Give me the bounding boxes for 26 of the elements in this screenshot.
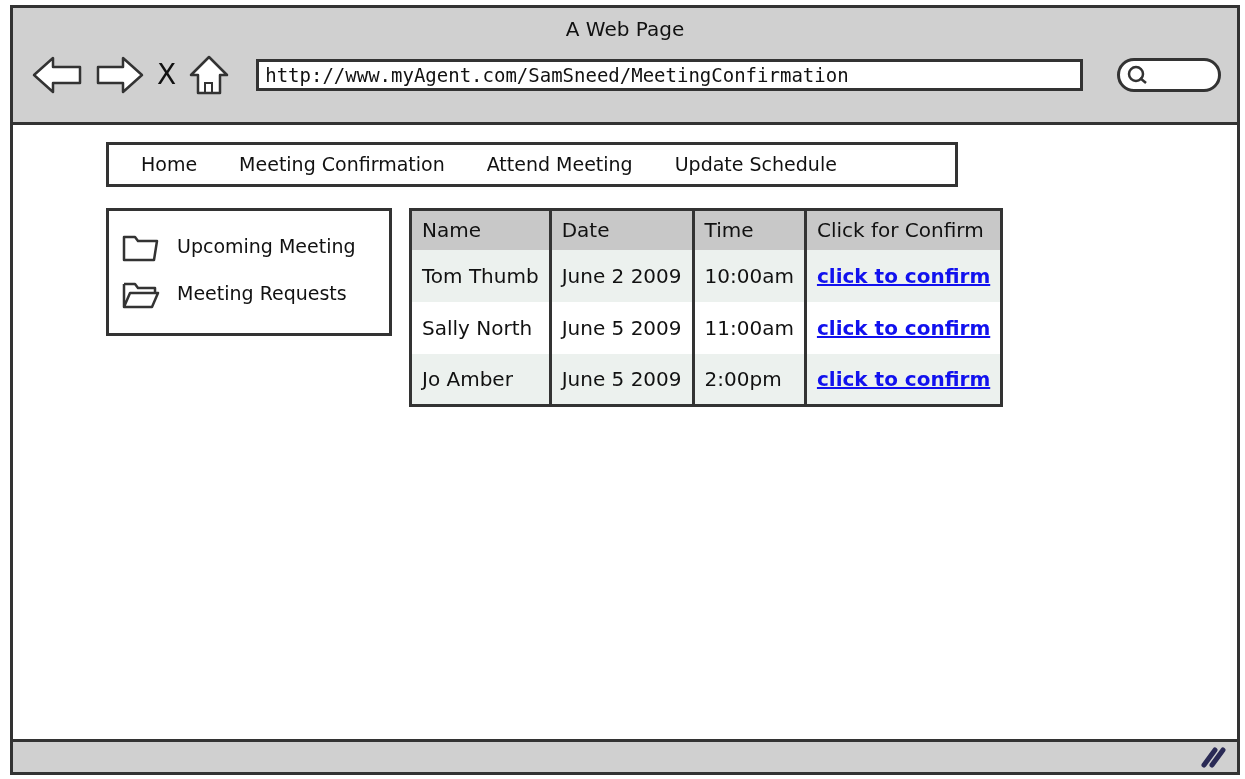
window-title: A Web Page bbox=[564, 16, 686, 43]
column-header: Date bbox=[550, 209, 694, 250]
stop-button[interactable]: X bbox=[157, 61, 177, 89]
column-header: Click for Confirm bbox=[805, 209, 1002, 250]
sidebar-item[interactable]: Meeting Requests bbox=[177, 279, 347, 308]
menu-link[interactable]: Attend Meeting bbox=[486, 150, 633, 179]
table-cell: 2:00pm bbox=[693, 353, 806, 406]
search-icon bbox=[1126, 64, 1148, 86]
address-field[interactable]: http://www.myAgent.com/SamSneed/MeetingConfirmation bbox=[256, 59, 1083, 91]
resize-grip-icon[interactable] bbox=[1201, 746, 1227, 768]
forward-arrow-icon[interactable] bbox=[95, 55, 145, 95]
menu-link[interactable]: Home bbox=[141, 150, 198, 179]
column-header: Name bbox=[410, 209, 551, 250]
table-cell: June 5 2009 bbox=[550, 353, 694, 406]
table-cell: 10:00am bbox=[693, 249, 806, 302]
table-cell: Jo Amber bbox=[410, 353, 551, 406]
back-arrow-icon[interactable] bbox=[31, 55, 83, 95]
search-field[interactable] bbox=[1117, 58, 1221, 92]
sidebar-item[interactable]: Upcoming Meeting bbox=[177, 232, 356, 261]
confirm-link[interactable]: click to confirm bbox=[816, 315, 991, 340]
table-cell: Tom Thumb bbox=[410, 249, 551, 302]
menu-link[interactable]: Update Schedule bbox=[674, 150, 837, 179]
column-header: Time bbox=[693, 209, 806, 250]
menu-link[interactable]: Meeting Confirmation bbox=[239, 150, 445, 179]
table-cell: June 2 2009 bbox=[550, 249, 694, 302]
home-icon[interactable] bbox=[188, 54, 231, 96]
